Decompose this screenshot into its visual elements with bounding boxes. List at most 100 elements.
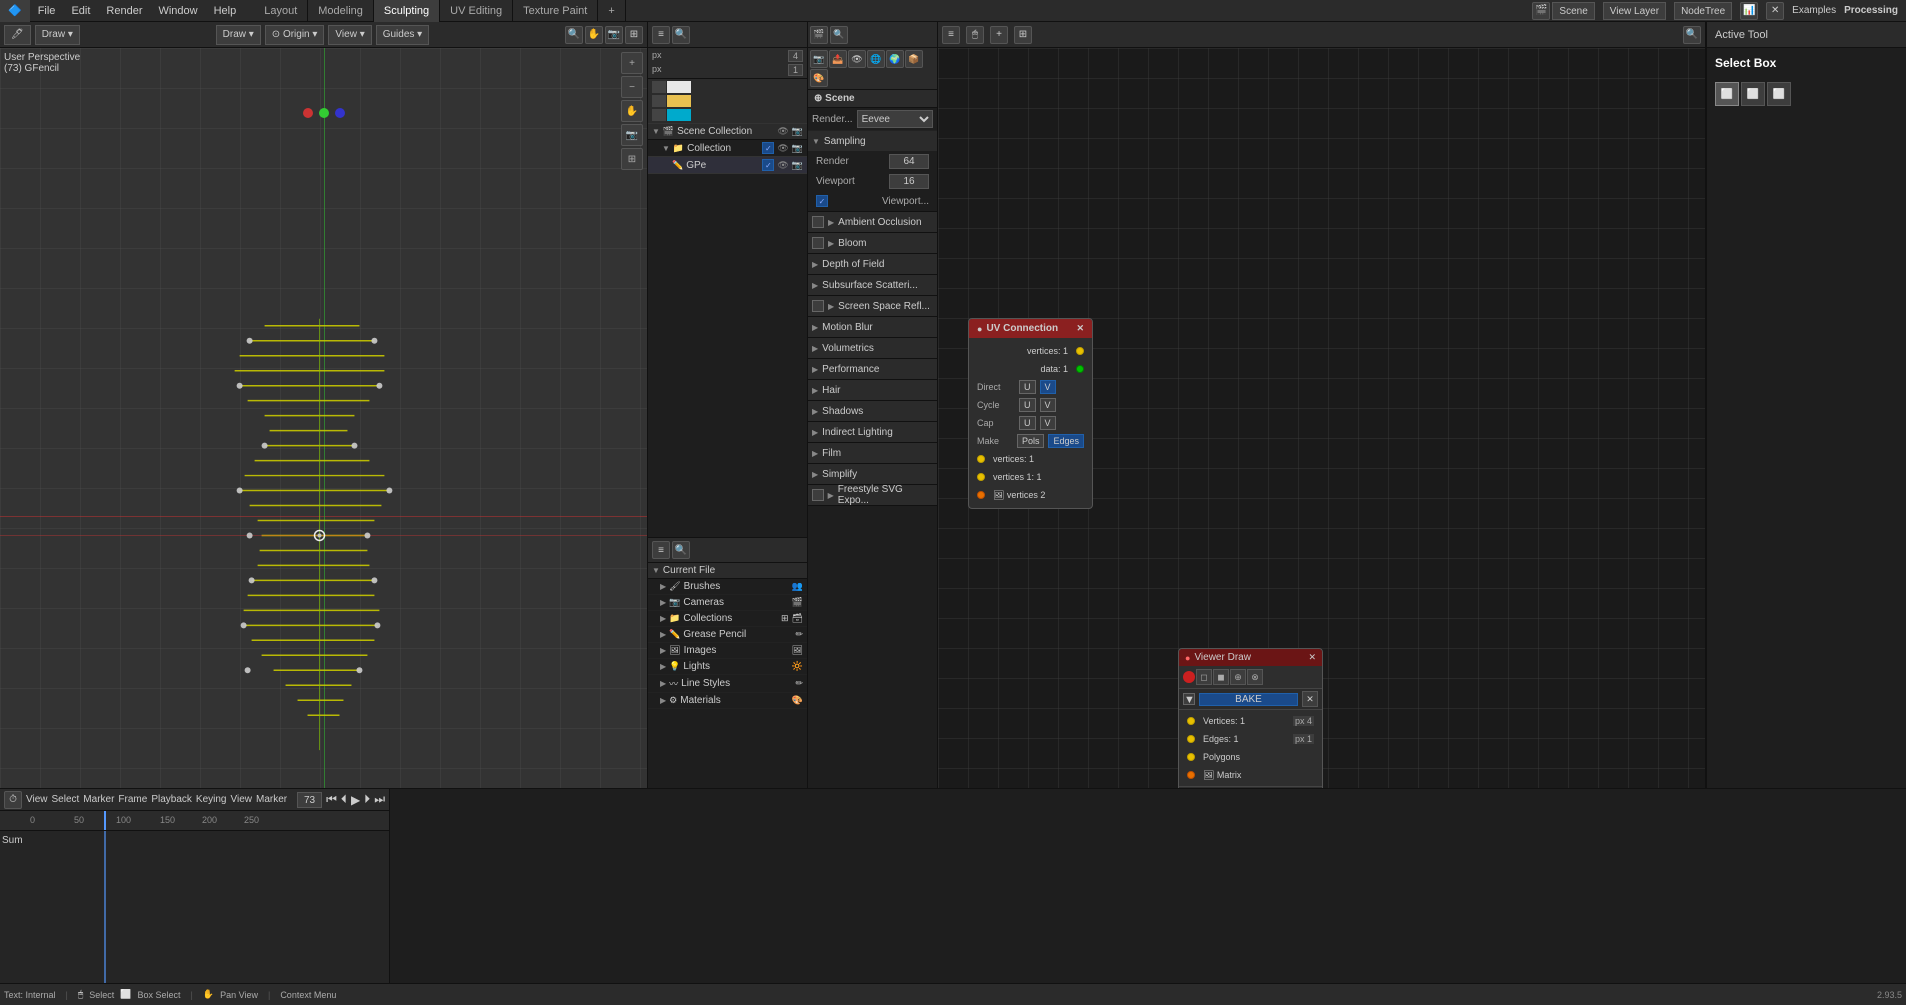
close-nodetree-icon[interactable]: ✕ <box>1766 2 1784 20</box>
viewer-icon-2[interactable]: ◼ <box>1213 669 1229 685</box>
tl-view-menu[interactable]: View <box>26 794 48 805</box>
fb-collections[interactable]: ▶ 📁 Collections ⊞ 🗃 <box>648 611 807 627</box>
outliner-view-icon[interactable]: ≡ <box>652 26 670 44</box>
edit-menu[interactable]: Edit <box>63 0 98 22</box>
select-box-icon-3[interactable]: ⬜ <box>1767 82 1791 106</box>
cycle-u-btn[interactable]: U <box>1019 398 1036 412</box>
vertices11-socket-in[interactable] <box>977 473 985 481</box>
tl-view2-menu[interactable]: View <box>230 794 252 805</box>
collection-eye-icon[interactable]: 📷 <box>792 143 803 154</box>
render-engine-selector[interactable]: Eevee Cycles <box>857 110 933 128</box>
play-backward-btn[interactable]: ⏮ <box>326 792 337 807</box>
viewport-view-btn[interactable]: View ▾ <box>328 25 371 45</box>
render-menu[interactable]: Render <box>98 0 150 22</box>
outliner-scene-collection[interactable]: ▼ 🎬 Scene Collection 👁 📷 <box>648 124 807 140</box>
vertices1-socket-in[interactable] <box>977 455 985 463</box>
rp-camera-icon[interactable]: 📷 <box>810 50 828 68</box>
tl-select-menu[interactable]: Select <box>52 794 80 805</box>
eye-icon[interactable]: 👁 <box>777 126 788 137</box>
workspace-texture[interactable]: Texture Paint <box>513 0 598 22</box>
play-btn[interactable]: ▶ <box>351 793 360 807</box>
swatch-white[interactable] <box>667 81 691 93</box>
play-forward-btn[interactable]: ⏭ <box>374 792 385 807</box>
view-layer-selector[interactable]: View Layer <box>1603 2 1666 20</box>
tl-playback-menu[interactable]: Playback <box>151 794 192 805</box>
bake-settings-icon[interactable]: ✕ <box>1302 691 1318 707</box>
blender-menu[interactable]: 🔷 <box>0 0 30 22</box>
outliner-collection[interactable]: ▼ 📁 Collection 👁 📷 <box>648 140 807 157</box>
window-menu[interactable]: Window <box>150 0 205 22</box>
gpe-eye-icon[interactable]: 👁 <box>777 160 788 171</box>
workspace-layout[interactable]: Layout <box>254 0 308 22</box>
ssr-header[interactable]: Screen Space Refl... <box>808 296 937 316</box>
make-edges-btn[interactable]: Edges <box>1048 434 1084 448</box>
il-header[interactable]: Indirect Lighting <box>808 422 937 442</box>
viewport-grid[interactable]: ⊞ <box>625 26 643 44</box>
viewport-camera[interactable]: 📷 <box>605 26 623 44</box>
tl-marker-menu[interactable]: Marker <box>83 794 114 805</box>
tl-keying-menu[interactable]: Keying <box>196 794 227 805</box>
direct-v-btn[interactable]: V <box>1040 380 1056 394</box>
ao-toggle[interactable] <box>812 216 824 228</box>
workspace-uv[interactable]: UV Editing <box>440 0 513 22</box>
film-header[interactable]: Film <box>808 443 937 463</box>
fb-lights[interactable]: ▶ 💡 Lights 🔆 <box>648 659 807 675</box>
workspace-modeling[interactable]: Modeling <box>308 0 374 22</box>
ne-add-icon[interactable]: + <box>990 26 1008 44</box>
viewer-polygons-socket[interactable] <box>1187 753 1195 761</box>
uv-connection-node[interactable]: ● UV Connection ✕ vertices: 1 data: 1 <box>968 318 1093 509</box>
rp-world-icon[interactable]: 🌍 <box>886 50 904 68</box>
zoom-out-btn[interactable]: − <box>621 76 643 98</box>
fb-filter-icon[interactable]: 🔍 <box>672 541 690 559</box>
ssr-toggle[interactable] <box>812 300 824 312</box>
gpe-render-icon[interactable]: 📷 <box>792 160 803 171</box>
tl-frame-menu[interactable]: Frame <box>118 794 147 805</box>
viewer-icon-4[interactable]: ⊗ <box>1247 669 1263 685</box>
viewer-vertices-socket[interactable] <box>1187 717 1195 725</box>
viewer-icon-1[interactable]: ◻ <box>1196 669 1212 685</box>
fb-cameras[interactable]: ▶ 📷 Cameras 🎬 <box>648 595 807 611</box>
perf-header[interactable]: Performance <box>808 359 937 379</box>
fb-grease-pencil[interactable]: ▶ ✏️ Grease Pencil ✏ <box>648 627 807 643</box>
dof-header[interactable]: Depth of Field <box>808 254 937 274</box>
px-val-2[interactable]: 1 <box>788 64 803 76</box>
simplify-header[interactable]: Simplify <box>808 464 937 484</box>
swatch-yellow[interactable] <box>667 95 691 107</box>
viewport-denoising-cb[interactable] <box>816 195 828 207</box>
viewport-draw-btn[interactable]: Draw ▾ <box>35 25 80 45</box>
hand-tool-btn[interactable]: ✋ <box>621 100 643 122</box>
viewer-matrix-socket[interactable] <box>1187 771 1195 779</box>
fb-line-styles[interactable]: ▶ 〰 Line Styles ✏ <box>648 675 807 693</box>
collection-render-icon[interactable]: 👁 <box>777 143 788 154</box>
make-pols-btn[interactable]: Pols <box>1017 434 1045 448</box>
viewport-mode-icon[interactable]: 🖊 <box>4 25 31 45</box>
data-socket-out[interactable] <box>1076 365 1084 373</box>
bloom-header[interactable]: Bloom <box>808 233 937 253</box>
sss-header[interactable]: Subsurface Scatteri... <box>808 275 937 295</box>
collection-visibility[interactable] <box>762 142 774 154</box>
fb-current-file[interactable]: ▼ Current File <box>648 563 807 579</box>
select-box-icon-1[interactable]: ⬜ <box>1715 82 1739 106</box>
render-icon-header[interactable]: 🎬 <box>810 26 828 44</box>
render-icon[interactable]: 📷 <box>792 126 803 137</box>
viewport-zoom-in[interactable]: 🔍 <box>565 26 583 44</box>
ne-filter-icon[interactable]: 🔍 <box>1683 26 1701 44</box>
help-menu[interactable]: Help <box>206 0 245 22</box>
select-box-icon-2[interactable]: ⬜ <box>1741 82 1765 106</box>
nodetree-selector[interactable]: NodeTree <box>1674 2 1732 20</box>
workspace-sculpting[interactable]: Sculpting <box>374 0 440 22</box>
viewport-draw-btn2[interactable]: Draw ▾ <box>216 25 261 45</box>
rp-output-icon[interactable]: 📤 <box>829 50 847 68</box>
viewer-edges-socket[interactable] <box>1187 735 1195 743</box>
direct-u-btn[interactable]: U <box>1019 380 1036 394</box>
mb-header[interactable]: Motion Blur <box>808 317 937 337</box>
ne-select-icon[interactable]: 🖱 <box>966 26 984 44</box>
grid-tool-btn[interactable]: ⊞ <box>621 148 643 170</box>
workspace-add[interactable]: + <box>598 0 625 22</box>
fb-materials[interactable]: ▶ ⚙ Materials 🎨 <box>648 693 807 709</box>
shadows-header[interactable]: Shadows <box>808 401 937 421</box>
ao-header[interactable]: Ambient Occlusion <box>808 212 937 232</box>
zoom-in-btn[interactable]: + <box>621 52 643 74</box>
viewport-value[interactable]: 16 <box>889 174 929 189</box>
swatch-cyan[interactable] <box>667 109 691 121</box>
